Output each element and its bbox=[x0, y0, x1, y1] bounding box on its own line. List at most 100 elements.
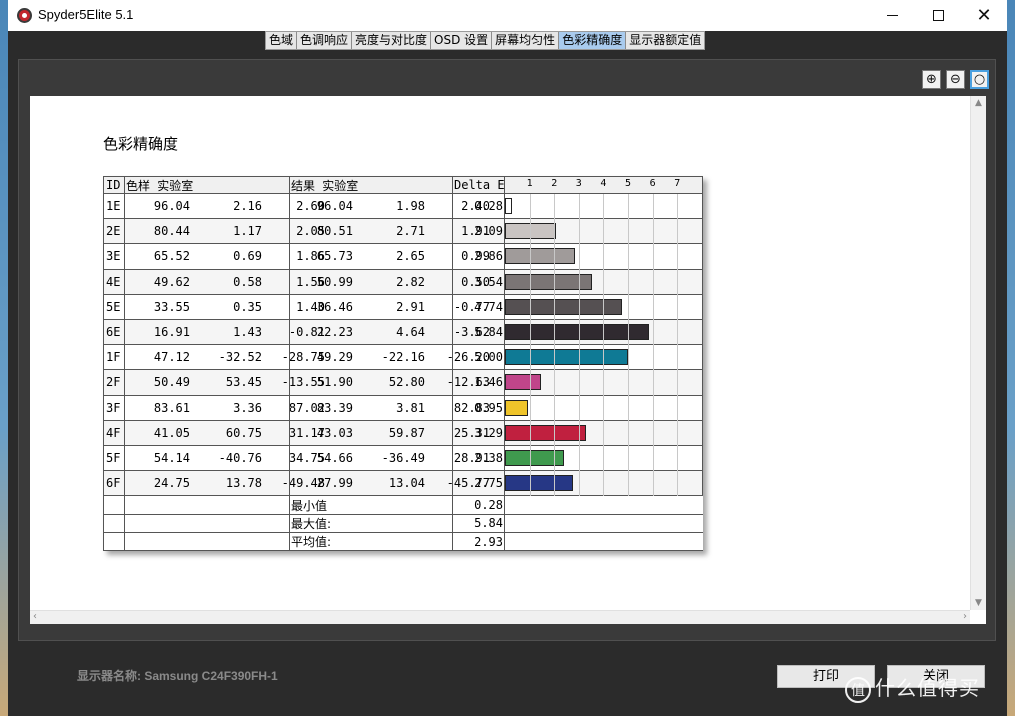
report-frame: ⊕ ⊖ ○ 色彩精确度 ID 色样 实验室 结果 实验室 Delta E 1 2 3… bbox=[18, 59, 996, 641]
horizontal-scrollbar[interactable]: ‹ › bbox=[30, 610, 970, 624]
header-result-lab: 结果 实验室 bbox=[291, 178, 359, 193]
cell-result-lab: 36.46 bbox=[316, 299, 353, 314]
cell-result-lab: 2.65 bbox=[396, 249, 425, 264]
display-name-label: 显示器名称: Samsung C24F390FH-1 bbox=[77, 669, 278, 683]
cell-sample-lab: 83.61 bbox=[153, 400, 190, 415]
table-row: 2E 80.44 1.17 2.05 80.51 2.71 1.91 2.09 bbox=[104, 219, 702, 245]
cell-id: 3E bbox=[106, 249, 121, 264]
column-divider bbox=[289, 176, 290, 552]
cell-delta-e: 3.54 bbox=[474, 274, 503, 289]
stat-value: 0.28 bbox=[474, 498, 503, 513]
tab-bar: 色域 色调响应 亮度与对比度 OSD 设置 屏幕均匀性 色彩精确度 显示器额定值 bbox=[265, 31, 706, 50]
maximize-button[interactable] bbox=[915, 0, 961, 31]
cell-result-lab: 80.51 bbox=[316, 224, 353, 239]
cell-result-lab: 2.71 bbox=[396, 224, 425, 239]
cell-sample-lab: 47.12 bbox=[153, 350, 190, 365]
scroll-right-icon[interactable]: › bbox=[963, 611, 967, 622]
cell-id: 6F bbox=[106, 476, 121, 491]
cell-id: 6E bbox=[106, 325, 121, 340]
cell-result-lab: 13.04 bbox=[388, 476, 425, 491]
vertical-scrollbar[interactable]: ▲ ▼ bbox=[970, 96, 986, 610]
cell-result-lab: 65.73 bbox=[316, 249, 353, 264]
cell-delta-e: 2.38 bbox=[474, 451, 503, 466]
zoom-fit-icon[interactable]: ○ bbox=[970, 70, 989, 89]
cell-delta-e: 2.75 bbox=[474, 476, 503, 491]
delta-e-bar bbox=[505, 198, 512, 215]
cell-delta-e: 5.84 bbox=[474, 325, 503, 340]
table-row: 4F 41.05 60.75 31.17 43.03 59.87 25.31 3.29 bbox=[104, 420, 702, 446]
minimize-icon bbox=[886, 15, 898, 16]
cell-sample-lab: 49.62 bbox=[153, 274, 190, 289]
cell-result-lab: 83.39 bbox=[316, 400, 353, 415]
tab-osd-settings[interactable]: OSD 设置 bbox=[431, 32, 493, 49]
delta-e-bar bbox=[505, 475, 573, 492]
close-window-button[interactable]: ✕ bbox=[961, 0, 1007, 31]
cell-sample-lab: 1.17 bbox=[233, 224, 262, 239]
scroll-down-icon[interactable]: ▼ bbox=[975, 598, 982, 608]
cell-sample-lab: 3.36 bbox=[233, 400, 262, 415]
chart-gridline bbox=[652, 194, 654, 497]
minimize-button[interactable] bbox=[869, 0, 915, 31]
cell-id: 1E bbox=[106, 199, 121, 214]
axis-tick-label: 4 bbox=[600, 178, 607, 189]
zoom-out-icon[interactable]: ⊖ bbox=[946, 70, 965, 89]
delta-e-bar bbox=[505, 399, 529, 416]
chart-gridline bbox=[603, 194, 605, 497]
cell-sample-lab: 53.45 bbox=[225, 375, 262, 390]
cell-sample-lab: 96.04 bbox=[153, 199, 190, 214]
axis-tick-label: 2 bbox=[551, 178, 558, 189]
zoom-in-icon[interactable]: ⊕ bbox=[922, 70, 941, 89]
cell-delta-e: 5.00 bbox=[474, 350, 503, 365]
cell-sample-lab: 41.05 bbox=[153, 425, 190, 440]
cell-id: 1F bbox=[106, 350, 121, 365]
tab-gamut[interactable]: 色域 bbox=[266, 32, 298, 49]
cell-result-lab: 3.81 bbox=[396, 400, 425, 415]
chart-gridline bbox=[578, 194, 580, 497]
axis-tick-label: 3 bbox=[575, 178, 582, 189]
cell-delta-e: 3.29 bbox=[474, 425, 503, 440]
table-header: ID 色样 实验室 结果 实验室 Delta E 1 2 3 4 5 6 7 bbox=[104, 176, 702, 194]
watermark-icon bbox=[845, 676, 871, 703]
maximize-icon bbox=[932, 10, 944, 21]
header-sample-lab: 色样 实验室 bbox=[126, 178, 194, 193]
header-delta-e: Delta E bbox=[454, 178, 505, 192]
table-row: 6F 24.75 13.78 -49.48 27.99 13.04 -45.77 2.75 bbox=[104, 471, 702, 497]
axis-tick-label: 5 bbox=[625, 178, 632, 189]
delta-e-bar bbox=[505, 248, 576, 265]
window-title: Spyder5Elite 5.1 bbox=[38, 7, 134, 22]
watermark-logo: 什么值得买 bbox=[845, 672, 980, 703]
table-row: 2F 50.49 53.45 -13.55 51.90 52.80 -12.63 1.46 bbox=[104, 370, 702, 396]
tab-monitor-rating[interactable]: 显示器额定值 bbox=[626, 32, 705, 49]
stats-row: 最小值 0.28 bbox=[104, 496, 703, 515]
delta-e-bar bbox=[505, 223, 557, 240]
stats-row: 最大值: 5.84 bbox=[104, 514, 703, 533]
zoom-toolbar: ⊕ ⊖ ○ bbox=[922, 70, 989, 89]
stat-value: 2.93 bbox=[474, 534, 503, 549]
delta-e-bar bbox=[505, 374, 541, 391]
table-row: 3E 65.52 0.69 1.86 65.73 2.65 0.99 2.86 bbox=[104, 244, 702, 270]
cell-sample-lab: -40.76 bbox=[218, 451, 262, 466]
scroll-up-icon[interactable]: ▲ bbox=[975, 98, 982, 108]
tab-color-accuracy[interactable]: 色彩精确度 bbox=[559, 32, 627, 49]
tab-tone-response[interactable]: 色调响应 bbox=[297, 32, 353, 49]
cell-sample-lab: 50.49 bbox=[153, 375, 190, 390]
cell-result-lab: 59.87 bbox=[388, 425, 425, 440]
report-title: 色彩精确度 bbox=[103, 135, 179, 153]
column-divider bbox=[124, 176, 125, 552]
cell-sample-lab: 0.58 bbox=[233, 274, 262, 289]
chart-gridline bbox=[628, 194, 629, 497]
title-bar: Spyder5Elite 5.1 ✕ bbox=[8, 0, 1007, 31]
cell-sample-lab: 33.55 bbox=[153, 299, 190, 314]
stats-row: 平均值: 2.93 bbox=[104, 533, 703, 552]
delta-e-bar bbox=[505, 349, 628, 366]
scroll-left-icon[interactable]: ‹ bbox=[33, 611, 37, 622]
axis-tick-label: 1 bbox=[526, 178, 533, 189]
cell-sample-lab: 2.16 bbox=[233, 199, 262, 214]
tab-brightness-contrast[interactable]: 亮度与对比度 bbox=[352, 32, 432, 49]
table-row: 3F 83.61 3.36 87.02 83.39 3.81 82.83 0.95 bbox=[104, 396, 702, 421]
axis-tick-label: 7 bbox=[674, 178, 681, 189]
cell-result-lab: 2.82 bbox=[396, 274, 425, 289]
cell-result-lab: 49.29 bbox=[316, 350, 353, 365]
tab-screen-uniformity[interactable]: 屏幕均匀性 bbox=[492, 32, 560, 49]
cell-id: 3F bbox=[106, 400, 121, 415]
